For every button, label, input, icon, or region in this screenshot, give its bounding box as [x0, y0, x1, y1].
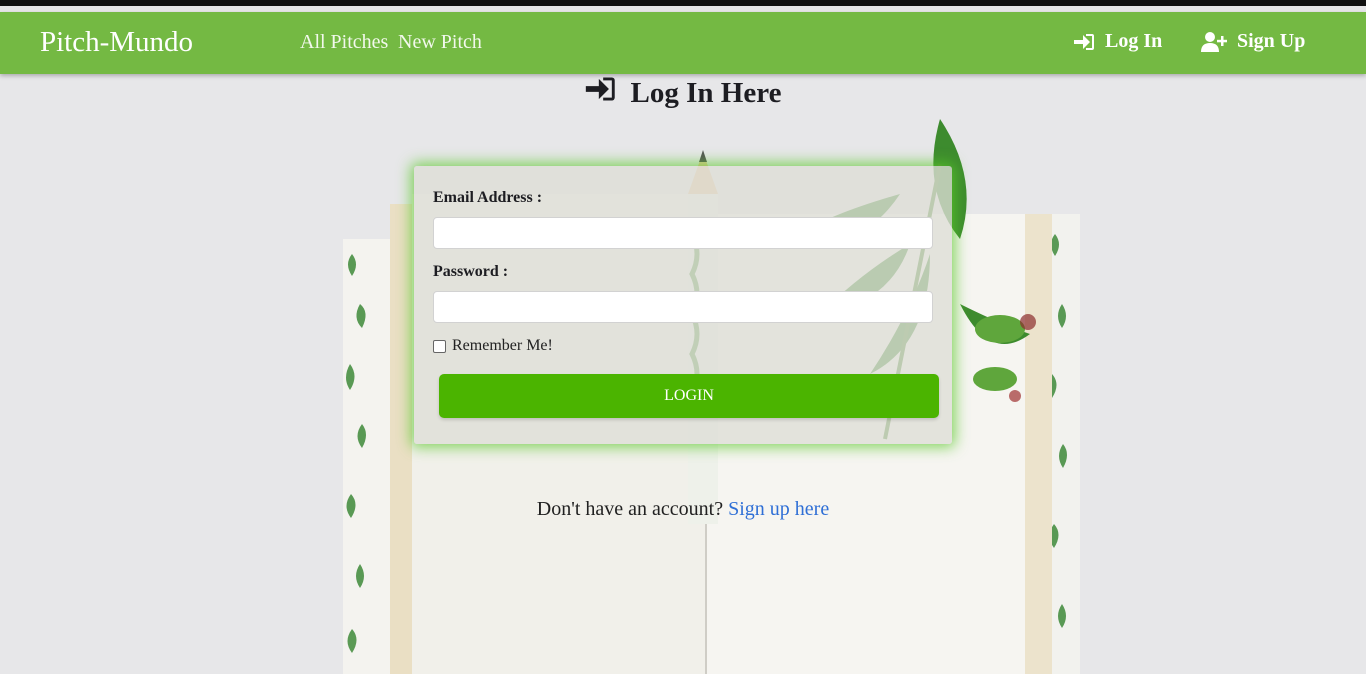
user-plus-icon	[1201, 31, 1227, 52]
brand-logo-text[interactable]: Pitch-Mundo	[40, 26, 193, 59]
nav-login-label: Log In	[1105, 30, 1163, 52]
page-title: Log In Here	[0, 76, 1366, 110]
page-title-text: Log In Here	[630, 76, 782, 109]
signup-prompt-text: Don't have an account?	[536, 498, 724, 520]
nav-login-link[interactable]: Log In	[1074, 30, 1162, 53]
nav-signup-link[interactable]: Sign Up	[1201, 30, 1305, 53]
signup-prompt: Don't have an account? Sign up here	[0, 498, 1366, 521]
remember-me-label[interactable]: Remember Me!	[452, 337, 553, 355]
remember-me-checkbox[interactable]	[433, 339, 446, 353]
browser-top-strip	[0, 0, 1366, 6]
email-label: Email Address :	[433, 189, 543, 206]
nav-link-all-pitches[interactable]: All Pitches	[300, 31, 388, 54]
nav-link-new-pitch[interactable]: New Pitch	[398, 31, 482, 54]
login-button[interactable]: LOGIN	[439, 374, 939, 418]
email-input[interactable]	[433, 217, 933, 249]
remember-me-row: Remember Me!	[433, 337, 553, 355]
nav-signup-label: Sign Up	[1237, 30, 1306, 52]
top-navbar: Pitch-Mundo All Pitches New Pitch Log In…	[0, 12, 1366, 74]
signup-here-link[interactable]: Sign up here	[728, 498, 829, 520]
password-label: Password :	[433, 263, 509, 280]
sign-in-icon	[585, 76, 617, 110]
sign-in-icon	[1074, 33, 1095, 51]
login-form: Email Address : Password : Remember Me! …	[414, 166, 952, 444]
password-input[interactable]	[433, 291, 933, 323]
